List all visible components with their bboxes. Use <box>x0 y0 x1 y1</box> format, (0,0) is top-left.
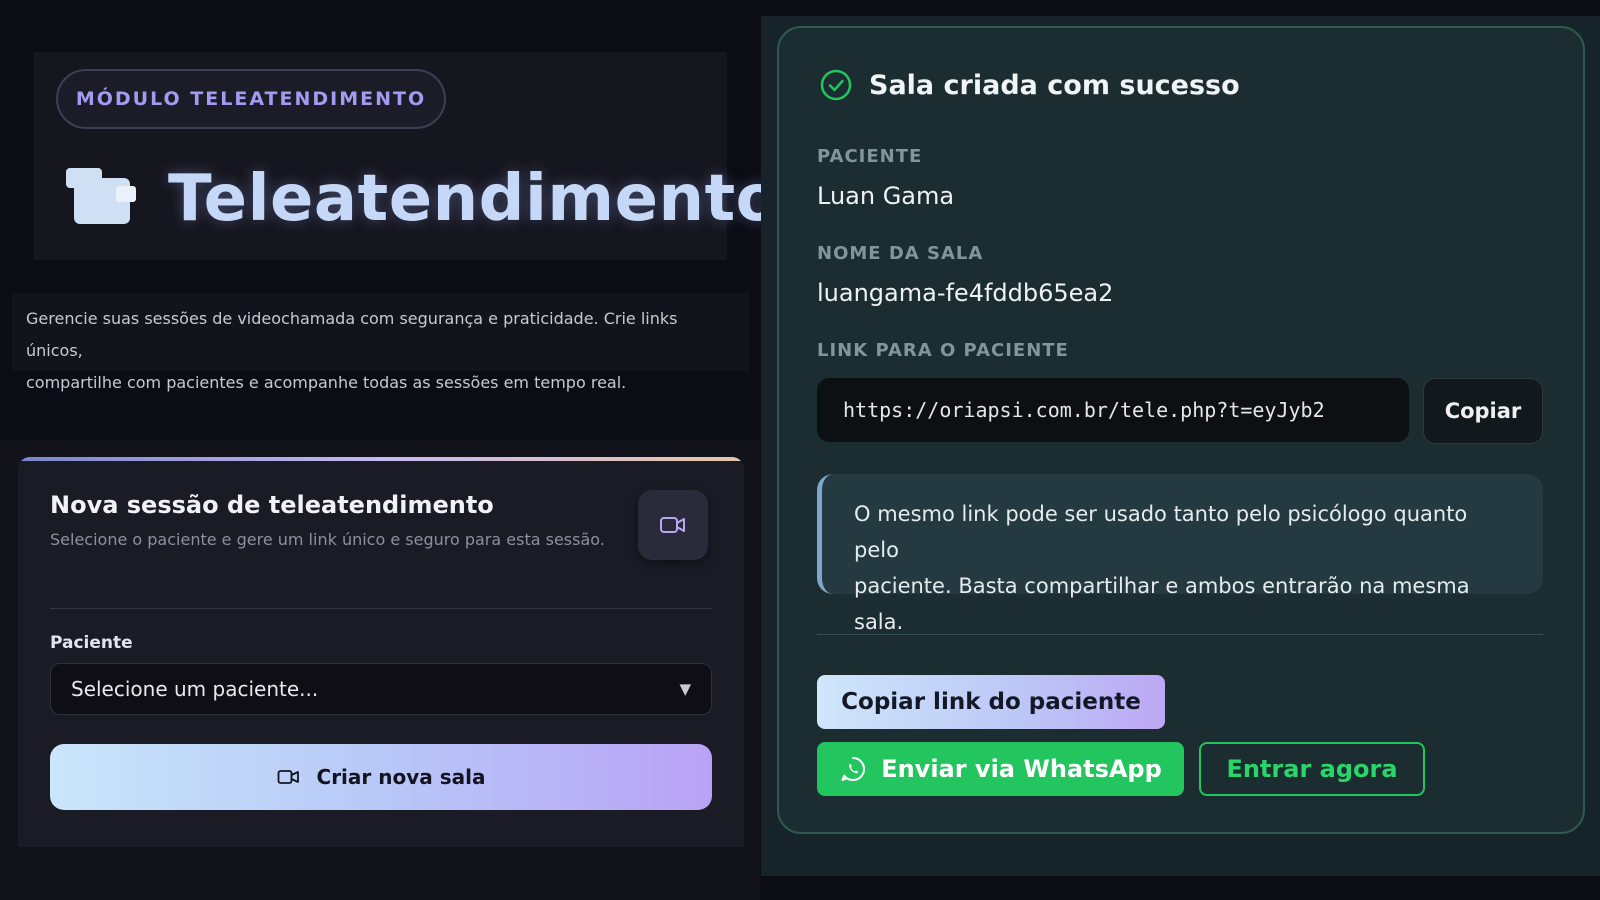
create-room-button[interactable]: Criar nova sala <box>50 744 712 810</box>
patient-link-label: LINK PARA O PACIENTE <box>817 340 1069 361</box>
module-badge: MÓDULO TELEATENDIMENTO <box>56 69 446 129</box>
divider <box>50 608 712 609</box>
description-line-1: Gerencie suas sessões de videochamada co… <box>26 309 678 360</box>
info-line-1: O mesmo link pode ser usado tanto pelo p… <box>854 502 1468 562</box>
whatsapp-icon <box>841 757 866 782</box>
description-line-2: compartilhe com pacientes e acompanhe to… <box>26 373 627 392</box>
video-camera-icon <box>277 770 299 784</box>
success-message: Sala criada com sucesso <box>869 69 1240 101</box>
patient-link-field[interactable]: https://oriapsi.com.br/tele.php?t=eyJyb2 <box>817 378 1409 442</box>
patient-label: PACIENTE <box>817 146 923 167</box>
create-room-label: Criar nova sala <box>316 765 486 789</box>
patient-select[interactable]: Selecione um paciente... ▼ <box>50 663 712 715</box>
hero-header: MÓDULO TELEATENDIMENTO Teleatendimento <box>34 52 780 260</box>
module-badge-label: MÓDULO TELEATENDIMENTO <box>75 88 427 110</box>
room-name: luangama-fe4fddb65ea2 <box>817 279 1114 307</box>
check-circle-icon <box>820 69 852 101</box>
copy-patient-link-button[interactable]: Copiar link do paciente <box>817 675 1165 729</box>
card-accent-line <box>18 457 744 461</box>
room-created-card: Sala criada com sucesso PACIENTE Luan Ga… <box>777 26 1585 834</box>
new-session-title: Nova sessão de teleatendimento <box>50 491 494 519</box>
hero-title-row: Teleatendimento <box>66 162 780 236</box>
copy-button[interactable]: Copiar <box>1423 378 1543 444</box>
patient-select-value: Selecione um paciente... <box>71 677 319 701</box>
whatsapp-button-label: Enviar via WhatsApp <box>881 755 1162 783</box>
chevron-down-icon: ▼ <box>679 680 691 698</box>
page-description: Gerencie suas sessões de videochamada co… <box>12 293 750 392</box>
divider <box>817 634 1543 635</box>
info-line-2: paciente. Basta compartilhar e ambos ent… <box>854 574 1470 634</box>
patient-field-label: Paciente <box>50 633 133 653</box>
video-camera-icon <box>638 490 708 560</box>
success-header: Sala criada com sucesso <box>819 68 1240 102</box>
info-note: O mesmo link pode ser usado tanto pelo p… <box>817 474 1543 634</box>
new-session-card: Nova sessão de teleatendimento Selecione… <box>18 457 744 847</box>
movie-camera-icon <box>66 168 138 230</box>
room-name-label: NOME DA SALA <box>817 243 984 264</box>
new-session-subtitle: Selecione o paciente e gere um link únic… <box>50 530 605 549</box>
page-title: Teleatendimento <box>168 162 781 236</box>
whatsapp-button[interactable]: Enviar via WhatsApp <box>817 742 1184 796</box>
enter-now-button[interactable]: Entrar agora <box>1199 742 1425 796</box>
patient-name: Luan Gama <box>817 182 955 210</box>
